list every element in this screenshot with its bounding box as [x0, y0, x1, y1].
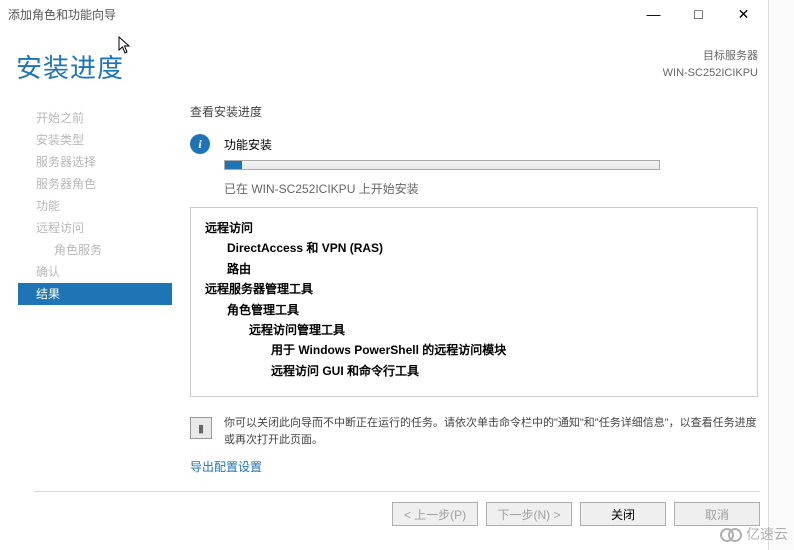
window-title: 添加角色和功能向导	[8, 6, 631, 23]
target-name: WIN-SC252ICIKPU	[663, 65, 758, 82]
sidebar-item-server-select: 服务器选择	[36, 151, 172, 173]
detail-remote-access-admin-tools: 远程访问管理工具	[249, 323, 345, 337]
content: 查看安装进度 i 功能安装 已在 WIN-SC252ICIKPU 上开始安装 远…	[172, 103, 794, 475]
sidebar: 开始之前 安装类型 服务器选择 服务器角色 功能 远程访问 角色服务 确认 结果	[0, 103, 172, 475]
next-button: 下一步(N) >	[486, 502, 572, 526]
maximize-button[interactable]: □	[676, 0, 721, 28]
sidebar-item-remote-access: 远程访问	[36, 217, 172, 239]
sidebar-item-install-type: 安装类型	[36, 129, 172, 151]
watermark: 亿速云	[720, 524, 788, 544]
note-text: 你可以关闭此向导而不中断正在运行的任务。请依次单击命令栏中的"通知"和"任务详细…	[224, 415, 758, 448]
detail-role-admin-tools: 角色管理工具	[227, 303, 299, 317]
close-wizard-button[interactable]: 关闭	[580, 502, 666, 526]
window-controls: — □ ✕	[631, 0, 766, 28]
close-button[interactable]: ✕	[721, 0, 766, 28]
minimize-button[interactable]: —	[631, 0, 676, 28]
watermark-text: 亿速云	[746, 524, 788, 544]
status-text: 功能安装	[224, 136, 272, 153]
page-title: 安装进度	[16, 48, 124, 85]
detail-directaccess-vpn: DirectAccess 和 VPN (RAS)	[227, 241, 383, 255]
detail-remote-admin-tools: 远程服务器管理工具	[205, 282, 313, 296]
titlebar: 添加角色和功能向导 — □ ✕	[0, 0, 794, 28]
button-row: < 上一步(P) 下一步(N) > 关闭 取消	[0, 492, 794, 526]
detail-gui-cli-tools: 远程访问 GUI 和命令行工具	[271, 364, 419, 378]
prev-button: < 上一步(P)	[392, 502, 478, 526]
export-config-link[interactable]: 导出配置设置	[190, 458, 262, 475]
main: 开始之前 安装类型 服务器选择 服务器角色 功能 远程访问 角色服务 确认 结果…	[0, 85, 794, 475]
sidebar-item-features: 功能	[36, 195, 172, 217]
info-icon: i	[190, 134, 210, 154]
flag-icon: ▮	[190, 417, 212, 439]
sidebar-item-server-roles: 服务器角色	[36, 173, 172, 195]
progress-fill	[225, 161, 242, 169]
details-box: 远程访问 DirectAccess 和 VPN (RAS) 路由 远程服务器管理…	[190, 207, 758, 397]
cancel-button: 取消	[674, 502, 760, 526]
target-info: 目标服务器 WIN-SC252ICIKPU	[663, 48, 758, 81]
target-label: 目标服务器	[663, 48, 758, 65]
progress-bar	[224, 160, 660, 170]
detail-remote-access: 远程访问	[205, 221, 253, 235]
sidebar-item-before-start: 开始之前	[36, 107, 172, 129]
sub-status: 已在 WIN-SC252ICIKPU 上开始安装	[224, 180, 758, 197]
header: 安装进度 目标服务器 WIN-SC252ICIKPU	[0, 28, 794, 85]
note-row: ▮ 你可以关闭此向导而不中断正在运行的任务。请依次单击命令栏中的"通知"和"任务…	[190, 415, 758, 448]
status-row: i 功能安装	[190, 134, 758, 154]
sidebar-item-confirmation: 确认	[36, 261, 172, 283]
watermark-logo-icon	[720, 527, 742, 541]
sidebar-item-role-services: 角色服务	[36, 239, 172, 261]
view-label: 查看安装进度	[190, 103, 758, 120]
detail-powershell-module: 用于 Windows PowerShell 的远程访问模块	[271, 343, 506, 357]
sidebar-item-results: 结果	[18, 283, 172, 305]
detail-routing: 路由	[227, 262, 251, 276]
